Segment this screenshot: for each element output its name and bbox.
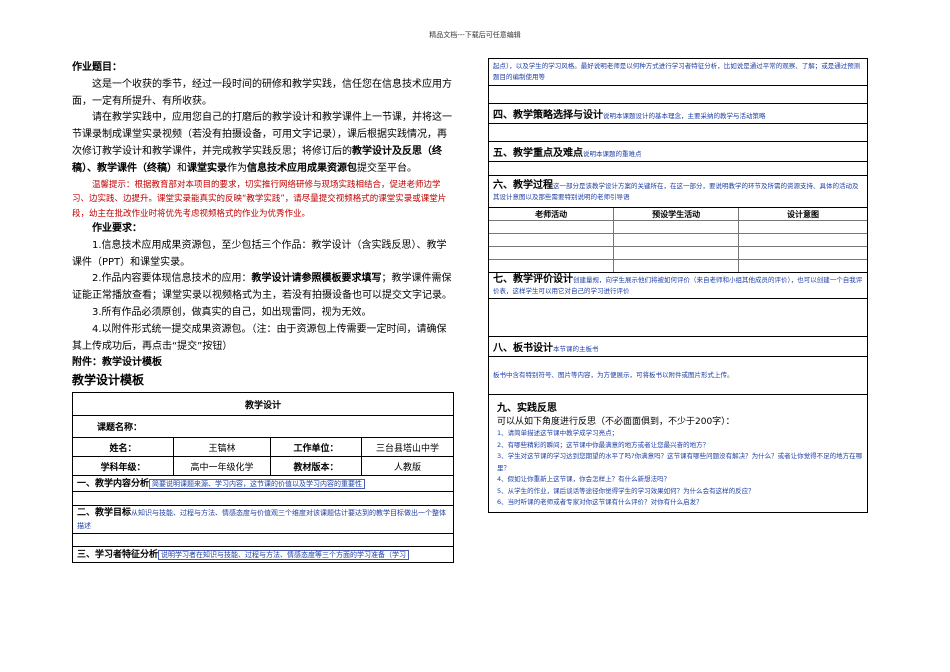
section-2-note: 从知识与技能、过程与方法、情感态度与价值观三个维度对该课题估计要达到的教学目标做…	[77, 508, 447, 530]
section-2-title: 二、教学目标	[77, 507, 132, 518]
requirement-4: 4.以附件形式统一提交成果资源包。（注：由于资源包上传需要一定时间，请确保其上传…	[72, 323, 447, 352]
textbook-label: 教材版本：	[270, 456, 362, 477]
teaching-process-grid: 老师活动 预设学生活动 设计意图	[489, 208, 867, 272]
section-3-title: 三、学习者特征分析	[77, 550, 159, 561]
table-row	[489, 220, 867, 234]
requirement-2-text: 2.作品内容要体现信息技术的应用：	[92, 273, 252, 285]
section-8-note: 本节课的主板书	[553, 344, 599, 353]
right-column: 起点），以及学生的学习风格。最好说明老师是以何种方式进行学习者特征分析，比如说是…	[488, 58, 868, 513]
instruction-bold-3: 信息技术应用成果资源包	[247, 162, 357, 174]
requirements-title: 作业要求：	[92, 223, 142, 235]
requirement-2: 2.作品内容要体现信息技术的应用：教学设计请参照模板要求填写；教学课件需保证能正…	[72, 271, 454, 305]
instruction-text-3: 作为	[227, 162, 247, 174]
attachment-label: 附件：教学设计模板	[72, 357, 162, 369]
section-6-title: 六、教学过程	[493, 180, 553, 191]
unit-label: 工作单位：	[270, 437, 362, 458]
col-student-activity: 预设学生活动	[613, 208, 739, 221]
grid-cell	[489, 220, 615, 234]
col-teacher-activity: 老师活动	[489, 208, 615, 221]
section-3-row: 三、学习者特征分析 说明学习者在知识与技能、过程与方法、情感态度等三个方面的学习准…	[72, 546, 454, 564]
section-9-intro: 可以从如下角度进行反思（不必面面俱到，不少于200字）：	[497, 417, 735, 427]
col-design-intent: 设计意图	[737, 208, 867, 221]
reflection-question-6: 6、当时听课的老师或者专家对你这节课有什么评价？对你有什么启发？	[497, 498, 703, 506]
section-8-body: 板书中含有特别符号、图片等内容，为方便展示，可将板书以附件或图片形式上传。	[488, 356, 868, 395]
reflection-question-4: 4、假如让你重新上这节课，你会怎样上？有什么新想法吗？	[497, 475, 671, 483]
section-7-row: 七、教学评价设计创建量规，向学生展示他们将被如何评价（来自老师和小组其他成员的评…	[488, 272, 868, 299]
reflection-question-2: 2、有哪些精彩的瞬间；这节课中你最满意的地方或者让您最兴奋的地方？	[497, 440, 710, 449]
table-row	[489, 233, 867, 247]
section-1-row: 一、教学内容分析 简要说明课题来源、学习内容，这节课的价值以及学习内容的重要性	[72, 475, 454, 493]
requirement-3: 3.所有作品必须原创，做真实的自己，如出现雷同，视为无效。	[92, 307, 372, 319]
grade-label: 学科年级：	[72, 456, 174, 477]
instruction-text-4: 提交至平台。	[357, 162, 417, 174]
grid-cell	[737, 246, 867, 260]
section-2-row: 二、教学目标从知识与技能、过程与方法、情感态度与价值观三个维度对该课题估计要达到…	[72, 505, 454, 535]
page-header: 精品文档---下载后可任意编辑	[429, 31, 521, 39]
grid-cell	[489, 233, 615, 247]
section-5-note: 说明本课题的重难点	[583, 149, 642, 158]
section-1-title: 一、教学内容分析	[77, 479, 150, 490]
grid-cell	[489, 259, 615, 272]
lesson-design-table-continued: 起点），以及学生的学习风格。最好说明老师是以何种方式进行学习者特征分析，比如说是…	[488, 58, 868, 513]
section-9-cell: 九、实践反思 可以从如下角度进行反思（不必面面俱到，不少于200字）： 1、请简…	[488, 394, 868, 513]
lesson-design-table: 教学设计 课题名称： 姓名： 王镐林 工作单位： 三台县塔山中学 学科年级： 高…	[72, 392, 454, 564]
section-3-note: 说明学习者在知识与技能、过程与方法、情感态度等三个方面的学习准备（学习	[158, 550, 410, 561]
grid-cell	[613, 220, 739, 234]
reflection-question-5: 5、从学生的作业，课后谈话等途径你觉得学生的学习效果如何？为什么会有这样的反应？	[497, 486, 755, 495]
grid-cell	[613, 259, 739, 272]
section-5-title: 五、教学重点及难点	[493, 147, 583, 159]
grid-cell	[613, 233, 739, 247]
warm-tip: 温馨提示：根据教育部对本项目的要求，切实推行网络研修与现场实践相结合，促进老师边…	[72, 179, 447, 219]
assignment-text: 作业题目： 这是一个收获的季节，经过一段时间的研修和教学实践，信任您在信息技术应…	[72, 60, 454, 389]
reflection-question-3: 3、学生对这节课的学习达到您期望的水平了吗?你满意吗？这节课有哪些问题没有解决？…	[497, 452, 863, 472]
left-column: 作业题目： 这是一个收获的季节，经过一段时间的研修和教学实践，信任您在信息技术应…	[72, 60, 454, 564]
template-title: 教学设计模板	[72, 373, 145, 388]
course-name-label: 课题名称：	[72, 415, 454, 439]
name-label: 姓名：	[72, 437, 174, 458]
instruction-text-2: 和	[177, 162, 187, 174]
section-9-title: 九、实践反思	[497, 403, 557, 414]
instruction-paragraph: 请在教学实践中，应用您自己的打磨后的教学设计和教学课件上一节课，并将这一节课录制…	[72, 110, 454, 177]
section-7-body	[488, 298, 868, 337]
name-value: 王镐林	[173, 437, 271, 458]
section-1-note: 简要说明课题来源、学习内容，这节课的价值以及学习内容的重要性	[149, 479, 366, 490]
section-8-row: 八、板书设计本节课的主板书	[488, 336, 868, 357]
section-6-row: 六、教学过程这一部分是该教学设计方案的关键所在，在这一部分，要说明教学的环节及所…	[488, 175, 868, 208]
intro-paragraph: 这是一个收获的季节，经过一段时间的研修和教学实践，信任您在信息技术应用方面，一定…	[72, 78, 452, 107]
section-2-body	[72, 533, 454, 548]
teaching-process-cell: 老师活动 预设学生活动 设计意图	[488, 207, 868, 273]
section-5-row: 五、教学重点及难点说明本课题的重难点	[488, 141, 868, 162]
grid-cell	[737, 220, 867, 234]
reflection-question-1: 1、请简单描述这节课中教学成学习亮点；	[497, 429, 619, 437]
section-4-row: 四、教学策略选择与设计说明本课题设计的基本理念，主要采纳的教学与活动策略	[488, 103, 868, 124]
section-8-title: 八、板书设计	[493, 342, 553, 354]
textbook-value: 人教版	[361, 456, 454, 477]
grid-cell	[489, 246, 615, 260]
section-5-body	[488, 161, 868, 176]
grid-cell	[737, 233, 867, 247]
section-7-title: 七、教学评价设计	[493, 274, 573, 285]
section-4-note: 说明本课题设计的基本理念，主要采纳的教学与活动策略	[603, 111, 766, 120]
table-row	[489, 259, 867, 272]
grid-cell	[737, 259, 867, 272]
requirement-2-bold: 教学设计请参照模板要求填写	[251, 273, 382, 285]
task-title: 作业题目：	[72, 62, 122, 73]
unit-value: 三台县塔山中学	[361, 437, 454, 458]
section-1-body	[72, 491, 454, 507]
instruction-bold-2: 课堂实录	[187, 162, 227, 174]
table-title: 教学设计	[72, 392, 454, 417]
grade-value: 高中一年级化学	[173, 456, 271, 477]
section-3-body	[488, 85, 868, 104]
section-4-body	[488, 123, 868, 142]
grid-cell	[613, 246, 739, 260]
table-row	[489, 246, 867, 260]
requirement-1: 1.信息技术应用成果资源包，至少包括三个作品：教学设计（含实践反思）、教学课件（…	[72, 239, 447, 268]
section-4-title: 四、教学策略选择与设计	[493, 109, 603, 121]
learner-analysis-note: 起点），以及学生的学习风格。最好说明老师是以何种方式进行学习者特征分析，比如说是…	[488, 58, 868, 86]
